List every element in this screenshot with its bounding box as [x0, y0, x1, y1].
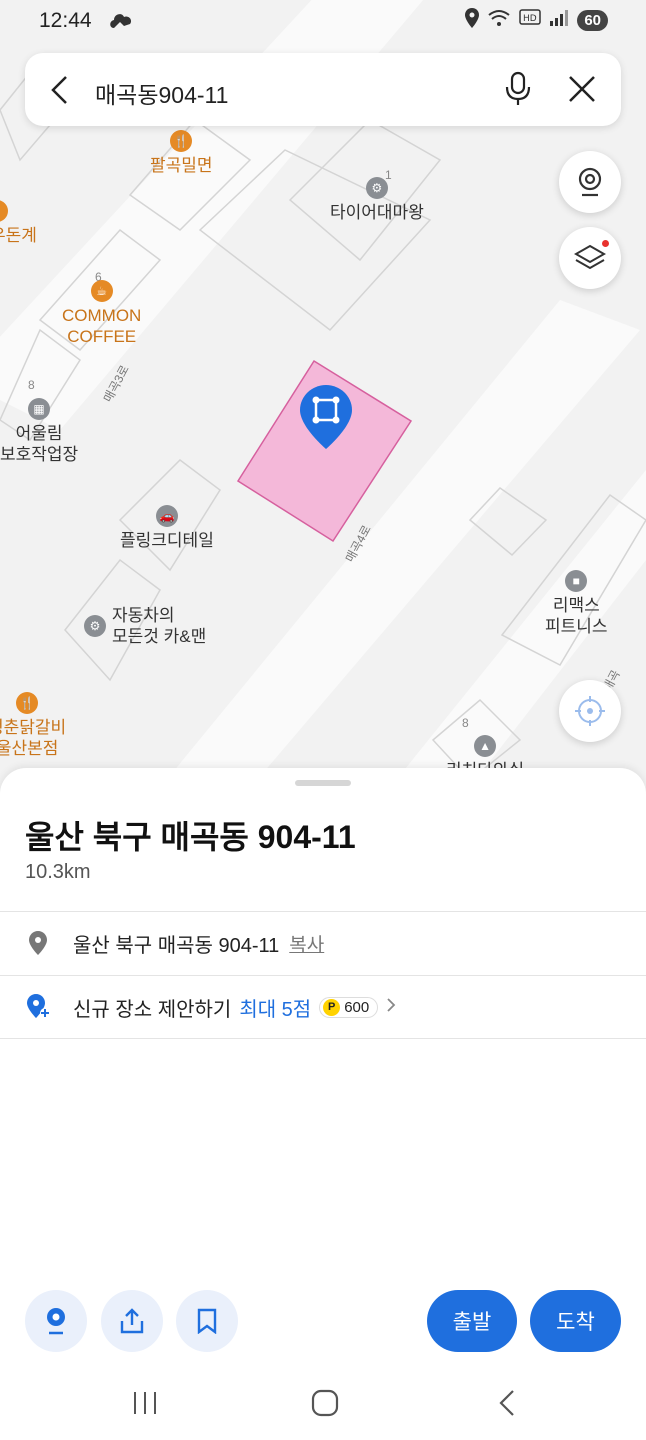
poi-plink-detail[interactable]: 🚗 플링크디테일 — [120, 505, 214, 551]
search-query[interactable]: 매곡동904-11 — [95, 76, 228, 110]
hd-icon: HD — [519, 9, 542, 32]
poi-label: COMMON — [62, 306, 142, 325]
poi-tire-daemawang[interactable]: ⚙ 타이어대마왕 — [330, 177, 424, 223]
restaurant-icon: 🍴 — [170, 130, 193, 152]
building-number: 8 — [28, 378, 35, 392]
suggest-max: 최대 5점 — [239, 998, 312, 1021]
poi-remax-fitness[interactable]: ■ 리맥스 피트니스 — [545, 570, 608, 637]
svg-text:HD: HD — [523, 14, 537, 24]
poi-label: 타이어대마왕 — [330, 203, 424, 222]
poi-label: 어울림 — [15, 424, 63, 443]
place-title: 울산 북구 매곡동 904-11 — [25, 819, 356, 855]
sheet-handle[interactable] — [295, 780, 351, 786]
poi-label: 보호작업장 — [0, 445, 79, 464]
mic-icon[interactable] — [503, 71, 533, 112]
share-button[interactable] — [101, 1290, 163, 1352]
poi-udongye[interactable]: 🍴 우돈계 — [0, 200, 37, 246]
restaurant-icon: 🍴 — [0, 200, 8, 222]
restaurant-icon: 🍴 — [16, 692, 39, 714]
selected-area-icon — [300, 385, 352, 449]
poi-label: 플링크디테일 — [120, 531, 214, 550]
copy-link[interactable]: 복사 — [289, 930, 324, 957]
arrive-button[interactable]: 도착 — [530, 1290, 621, 1352]
roadview-icon — [47, 1308, 65, 1335]
poi-label: 청춘닭갈비 — [0, 718, 67, 737]
suggest-place-row[interactable]: 신규 장소 제안하기 최대 5점 P 600 — [25, 977, 396, 1037]
car-icon: 🚗 — [155, 505, 178, 527]
home-icon[interactable] — [310, 1388, 340, 1423]
bookmark-button[interactable] — [176, 1290, 238, 1352]
status-bar: 12:44 HD 60 — [0, 0, 646, 42]
poi-label: 자동차의 — [112, 606, 175, 625]
points-badge: P 600 — [319, 996, 379, 1018]
street-view-button[interactable] — [559, 151, 621, 213]
my-location-button[interactable] — [559, 680, 621, 742]
bookmark-icon — [197, 1308, 217, 1334]
poi-label: 피트니스 — [545, 617, 608, 636]
back-icon[interactable] — [47, 75, 73, 110]
poi-cheongchun-dakgalbi[interactable]: 🍴 청춘닭갈비 울산본점 — [0, 692, 66, 759]
signal-icon — [549, 9, 569, 32]
layers-button[interactable] — [559, 227, 621, 289]
poi-label: 리맥스 — [552, 596, 600, 615]
divider — [0, 1038, 646, 1039]
chevron-right-icon — [386, 996, 396, 1019]
car-repair-icon: ⚙ — [365, 177, 388, 199]
search-bar[interactable]: 매곡동904-11 — [25, 53, 621, 126]
add-place-icon — [25, 994, 51, 1020]
location-marker[interactable] — [298, 383, 354, 456]
cafe-icon: ☕ — [90, 280, 113, 302]
poi-label: 우돈계 — [0, 226, 37, 245]
poi-palgok-milmyeon[interactable]: 🍴 팔곡밀면 — [150, 130, 213, 176]
wifi-icon — [487, 9, 511, 32]
building-number: 8 — [462, 716, 469, 730]
close-icon[interactable] — [568, 75, 596, 108]
divider — [0, 975, 646, 976]
poi-car-and-man[interactable]: ⚙ 자동차의 모든것 카&맨 — [84, 605, 206, 647]
location-status-icon — [465, 8, 480, 33]
recent-apps-icon[interactable] — [132, 1388, 158, 1423]
poi-label: COFFEE — [67, 327, 137, 346]
roadview-button[interactable] — [25, 1290, 87, 1352]
cloud-icon — [108, 10, 134, 35]
point-icon: P — [323, 998, 341, 1016]
car-repair-icon: ⚙ — [84, 615, 106, 637]
address-row[interactable]: 울산 북구 매곡동 904-11 복사 — [25, 913, 324, 973]
place-distance: 10.3km — [25, 861, 91, 883]
notification-dot — [602, 240, 609, 247]
poi-label: 울산본점 — [0, 739, 59, 758]
poi-eoullim[interactable]: ▦ 어울림 보호작업장 — [0, 398, 78, 465]
poi-label: 팔곡밀면 — [150, 156, 213, 175]
status-time: 12:44 — [39, 9, 92, 32]
pin-icon — [25, 931, 51, 955]
shop-icon: ▲ — [474, 735, 497, 757]
crosshair-icon — [575, 696, 605, 726]
camera-icon — [578, 167, 602, 197]
points-value: 600 — [344, 998, 370, 1016]
share-icon — [120, 1308, 144, 1334]
building-icon: ▦ — [28, 398, 51, 420]
address-text: 울산 북구 매곡동 904-11 — [73, 934, 280, 957]
poi-label: 모든것 카&맨 — [112, 627, 207, 646]
depart-button[interactable]: 출발 — [427, 1290, 517, 1352]
layers-icon — [574, 244, 606, 270]
divider — [0, 911, 646, 912]
poi-common-coffee[interactable]: ☕ COMMON COFFEE — [62, 280, 141, 347]
fitness-icon: ■ — [565, 570, 588, 592]
battery-icon: 60 — [577, 10, 608, 31]
suggest-label: 신규 장소 제안하기 — [73, 998, 232, 1021]
back-nav-icon[interactable] — [496, 1388, 518, 1423]
